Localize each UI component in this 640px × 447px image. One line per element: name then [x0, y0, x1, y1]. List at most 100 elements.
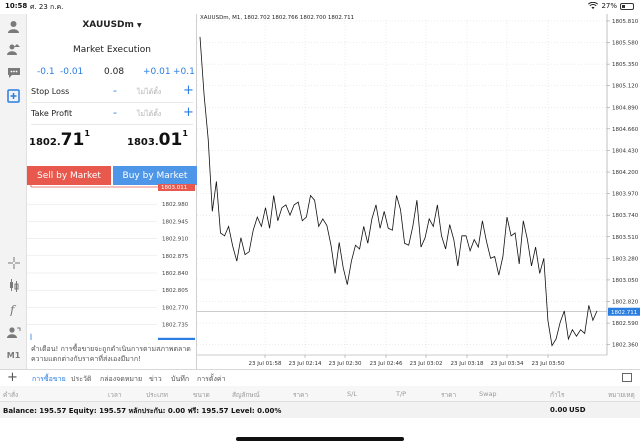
y-tick-label: 1804.890 — [612, 105, 639, 111]
col-sl: S/L — [347, 390, 357, 398]
x-tick-label: 23 Jul 03:34 — [491, 361, 524, 367]
chart-background — [197, 14, 640, 369]
current-price-label: 1802.711 — [611, 310, 637, 316]
timeframe-button[interactable]: M1 — [5, 347, 22, 364]
stop-loss-label: Stop Loss — [31, 87, 70, 96]
col-swap: Swap — [479, 390, 497, 398]
objects-icon[interactable] — [5, 324, 22, 341]
wifi-icon — [588, 2, 599, 9]
mini-tick-label: 1802.805 — [162, 288, 189, 294]
mini-tick-label: 1802.945 — [162, 219, 189, 225]
status-right: 27% — [588, 2, 634, 10]
sell-by-market-button[interactable]: Sell by Market — [27, 166, 111, 185]
col-symbol: สัญลักษณ์ — [232, 391, 260, 399]
svg-text:f: f — [9, 303, 17, 316]
take-profit-row: Take Profit - ไม่ได้ตั้ง + — [31, 105, 194, 125]
stop-loss-row: Stop Loss - ไม่ได้ตั้ง + — [31, 83, 194, 103]
y-tick-label: 1804.200 — [612, 170, 639, 176]
trade-up-icon[interactable] — [5, 41, 22, 58]
y-tick-label: 1805.580 — [612, 41, 639, 47]
battery-percent: 27% — [601, 2, 617, 10]
col-time: เวลา — [108, 391, 122, 399]
x-tick-label: 23 Jul 03:02 — [410, 361, 443, 367]
tab-settings[interactable]: การตั้งค่า — [197, 374, 226, 385]
status-time: 10:58 — [5, 2, 28, 10]
y-tick-label: 1803.280 — [612, 256, 639, 262]
mini-tick-label: 1802.980 — [162, 202, 189, 208]
balance-currency: USD — [569, 406, 586, 414]
take-profit-field[interactable]: ไม่ได้ตั้ง — [137, 109, 161, 120]
price-chart-svg[interactable]: 1805.810 1805.580 1805.350 1805.120 1804.890… — [197, 14, 640, 369]
mini-tick-label: 1802.770 — [162, 305, 189, 311]
chart-type-icon[interactable] — [5, 277, 22, 294]
volume-value[interactable]: 0.08 — [104, 67, 124, 77]
stop-loss-minus-button[interactable]: - — [113, 84, 117, 97]
col-tp: T/P — [396, 390, 407, 398]
volume-minus-large-button[interactable]: -0.1 — [37, 67, 55, 77]
y-tick-label: 1802.590 — [612, 321, 639, 327]
home-indicator — [236, 437, 404, 441]
tab-news[interactable]: ข่าว — [149, 374, 162, 385]
symbol-label: XAUUSDm — [82, 20, 134, 30]
col-comment: หมายเหตุ — [608, 391, 635, 399]
x-tick-label: 23 Jul 02:30 — [329, 361, 362, 367]
indicators-icon[interactable]: f — [5, 301, 22, 318]
take-profit-plus-button[interactable]: + — [183, 105, 194, 120]
tab-history[interactable]: ประวัติ — [71, 374, 91, 385]
col-order: คำสั่ง — [3, 391, 19, 399]
battery-icon — [620, 2, 634, 10]
execution-warning: คำเตือน! การซื้อขายจะถูกดำเนินการตามสภาพ… — [31, 345, 191, 363]
x-tick-label: 23 Jul 03:18 — [451, 361, 484, 367]
execution-type[interactable]: Market Execution — [27, 45, 197, 55]
y-tick-label: 1803.050 — [612, 278, 639, 284]
col-volume: ขนาด — [193, 391, 210, 399]
crosshair-icon[interactable] — [5, 254, 22, 271]
chat-icon[interactable] — [5, 64, 22, 81]
tick-chart: 1802.980 1802.945 1802.910 1802.875 1802.840… — [27, 184, 195, 340]
layout-icon[interactable] — [622, 373, 632, 382]
x-tick-label: 23 Jul 01:58 — [249, 361, 282, 367]
buy-by-market-button[interactable]: Buy by Market — [113, 166, 197, 185]
balance-summary: Balance: 195.57 Equity: 195.57 หลักประกั… — [3, 407, 282, 415]
y-tick-label: 1803.740 — [612, 213, 639, 219]
sell-price: 1802.711 — [29, 129, 90, 150]
volume-minus-small-button[interactable]: -0.01 — [60, 67, 83, 77]
stop-loss-field[interactable]: ไม่ได้ตั้ง — [137, 87, 161, 98]
take-profit-label: Take Profit — [31, 109, 73, 118]
y-tick-label: 1802.360 — [612, 343, 639, 349]
tab-journal[interactable]: บันทึก — [171, 374, 189, 385]
stop-loss-plus-button[interactable]: + — [183, 83, 194, 98]
new-order-icon[interactable] — [5, 87, 22, 104]
mini-tick-label: 1802.840 — [162, 271, 189, 277]
volume-plus-small-button[interactable]: +0.01 — [143, 67, 171, 77]
mini-tick-label: 1802.910 — [162, 237, 189, 243]
add-icon[interactable]: + — [7, 370, 18, 385]
ask-label: 1803.011 — [161, 185, 187, 191]
col-type: ประเภท — [146, 391, 168, 399]
buy-price: 1803.011 — [127, 129, 188, 150]
col-profit: กำไร — [550, 391, 565, 399]
account-icon[interactable] — [5, 18, 22, 35]
chevron-down-icon: ▼ — [137, 22, 142, 29]
price-chart[interactable]: 1805.810 1805.580 1805.350 1805.120 1804.890… — [197, 14, 640, 369]
col-price: ราคา — [293, 391, 309, 399]
x-tick-label: 23 Jul 03:50 — [532, 361, 565, 367]
tab-mailbox[interactable]: กล่องจดหมาย — [100, 374, 142, 385]
order-panel: XAUUSDm ▼ Market Execution -0.1 -0.01 0.… — [27, 14, 197, 369]
mini-tick-label: 1802.875 — [162, 254, 189, 260]
y-tick-label: 1803.970 — [612, 192, 639, 198]
mini-tick-label: 1802.735 — [162, 323, 189, 329]
balance-profit: 0.00 — [550, 406, 568, 414]
col-price-current: ราคา — [441, 391, 457, 399]
symbol-selector[interactable]: XAUUSDm ▼ — [27, 20, 197, 30]
balance-row: Balance: 195.57 Equity: 195.57 หลักประกั… — [0, 402, 640, 418]
chart-info: XAUUSDm, M1, 1802.702 1802.766 1802.700 … — [200, 15, 355, 21]
y-tick-label: 1804.660 — [612, 127, 639, 133]
y-tick-label: 1805.810 — [612, 19, 639, 25]
status-date: ศ. 23 ก.ค. — [30, 3, 64, 11]
volume-plus-large-button[interactable]: +0.1 — [173, 67, 195, 77]
y-tick-label: 1802.820 — [612, 300, 639, 306]
x-tick-label: 23 Jul 02:46 — [370, 361, 403, 367]
status-bar: 10:58 ศ. 23 ก.ค. 27% — [0, 0, 640, 14]
take-profit-minus-button[interactable]: - — [113, 106, 117, 119]
